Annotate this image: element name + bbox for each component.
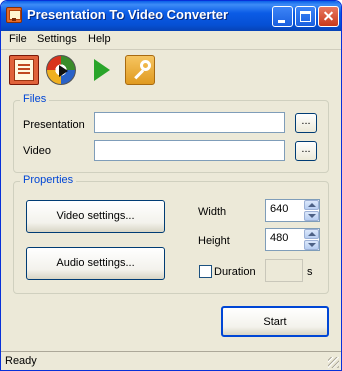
properties-group-label: Properties: [20, 174, 77, 186]
height-down-arrow-icon[interactable]: [304, 240, 319, 250]
app-icon[interactable]: [6, 7, 22, 23]
files-group: Files: [13, 93, 329, 173]
browse-presentation-button[interactable]: ...: [295, 113, 317, 133]
height-up-arrow-icon[interactable]: [304, 229, 319, 239]
duration-unit: s: [307, 266, 313, 278]
video-label: Video: [23, 145, 51, 157]
audio-settings-button[interactable]: Audio settings...: [26, 247, 165, 280]
video-settings-button[interactable]: Video settings...: [26, 200, 165, 233]
width-down-arrow-icon[interactable]: [304, 211, 319, 221]
slide-page-glyph: [14, 59, 34, 81]
toolbar-divider: [1, 49, 341, 50]
menu-bar: File Settings Help: [1, 31, 341, 48]
files-group-label: Files: [20, 93, 50, 105]
powerpoint-icon[interactable]: [9, 55, 39, 85]
duration-checkbox[interactable]: [199, 265, 212, 278]
width-spin-arrows: [304, 200, 319, 221]
window-title: Presentation To Video Converter: [27, 7, 229, 22]
duration-field: [265, 259, 303, 282]
play-triangle-glyph: [94, 59, 110, 81]
browse-video-button[interactable]: ...: [295, 141, 317, 161]
presentation-label: Presentation: [23, 119, 85, 131]
presentation-field[interactable]: [94, 112, 285, 133]
start-button[interactable]: Start: [221, 306, 329, 337]
width-label: Width: [198, 206, 227, 218]
close-icon: [319, 7, 338, 26]
video-field[interactable]: [94, 140, 285, 161]
menu-settings[interactable]: Settings: [37, 33, 77, 45]
maximize-button[interactable]: [295, 6, 316, 27]
menu-help[interactable]: Help: [88, 33, 111, 45]
resize-grip-icon[interactable]: [328, 357, 339, 368]
minimize-button[interactable]: [272, 6, 293, 27]
main-window: Presentation To Video Converter File Set…: [0, 0, 342, 371]
convert-play-glyph: [59, 65, 68, 77]
status-text: Ready: [5, 355, 37, 367]
status-bar: Ready: [1, 351, 341, 370]
duration-label: Duration: [214, 266, 256, 278]
play-icon[interactable]: [89, 55, 119, 85]
width-value: 640: [270, 203, 289, 215]
key-shaft-glyph: [134, 69, 145, 80]
title-bar[interactable]: Presentation To Video Converter: [1, 1, 341, 31]
maximize-icon: [300, 11, 311, 22]
width-spinner[interactable]: 640: [265, 199, 320, 222]
width-up-arrow-icon[interactable]: [304, 200, 319, 210]
height-spin-arrows: [304, 229, 319, 250]
height-label: Height: [198, 235, 230, 247]
menu-file[interactable]: File: [9, 33, 27, 45]
height-spinner[interactable]: 480: [265, 228, 320, 251]
key-icon[interactable]: [125, 55, 155, 85]
minimize-icon: [278, 20, 285, 23]
height-value: 480: [270, 232, 289, 244]
convert-icon[interactable]: [46, 55, 76, 85]
close-button[interactable]: [318, 6, 339, 27]
